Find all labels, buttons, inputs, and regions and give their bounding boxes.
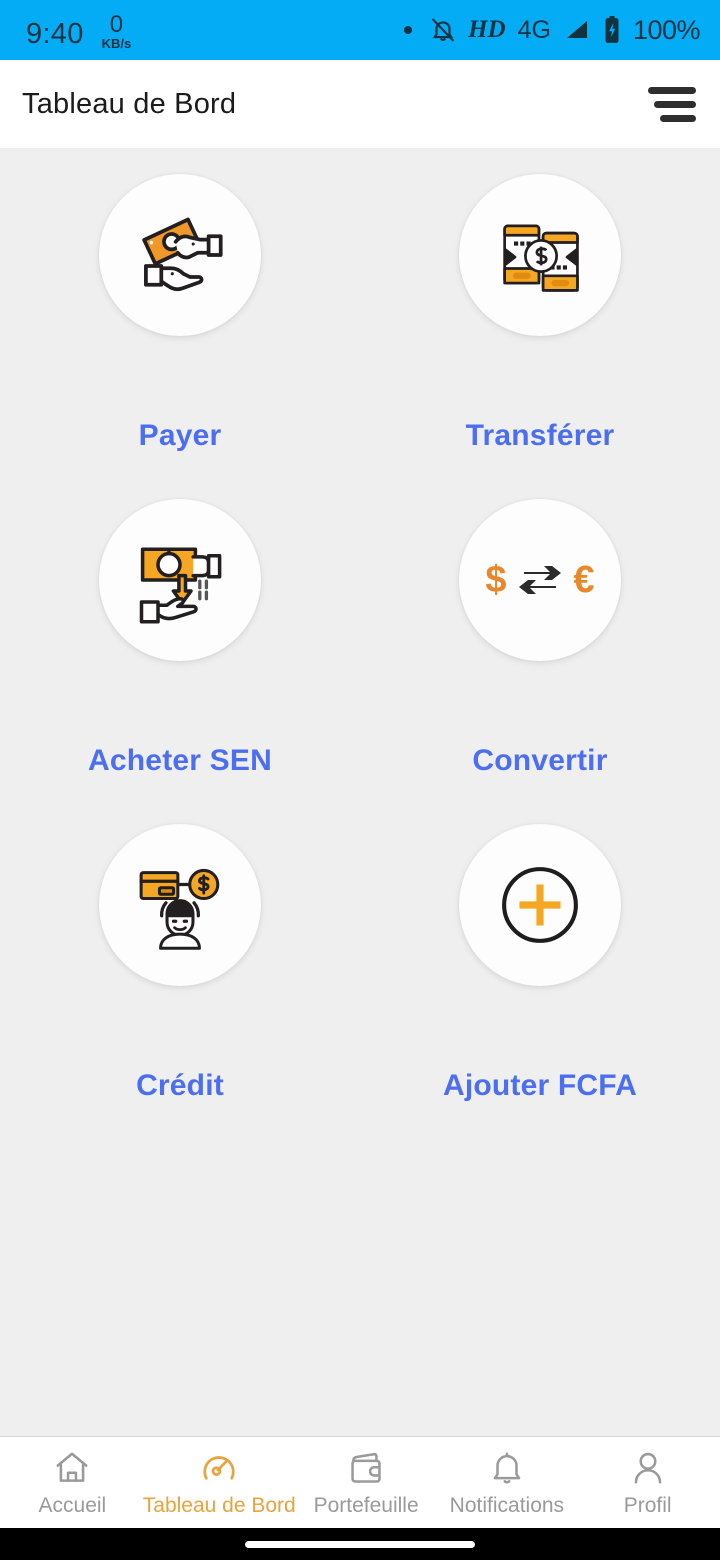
hd-icon: HD: [468, 16, 506, 43]
currency-convert-icon[interactable]: $ €: [459, 499, 621, 661]
dot-indicator-icon: [404, 26, 413, 34]
bottom-navigation-bar: Accueil Tableau de Bord Portefeuille Not…: [0, 1436, 720, 1528]
wallet-icon: [346, 1448, 386, 1488]
hands-exchange-money-icon[interactable]: [99, 174, 261, 336]
status-clock: 9:40: [26, 18, 84, 51]
nav-item-label: Accueil: [38, 1493, 107, 1517]
action-tile-transferer[interactable]: Transférer: [360, 174, 720, 499]
action-tile-label: Ajouter FCFA: [442, 1069, 638, 1102]
network-speed-indicator: 0 KB/s: [101, 10, 132, 51]
dashboard-content: Payer Transférer Acheter SEN $ € Convert…: [0, 148, 720, 1436]
action-tile-label: Transférer: [465, 419, 615, 452]
action-tile-payer[interactable]: Payer: [0, 174, 360, 499]
app-screen: 9:40 0 KB/s HD 4G 100% Tableau de Bord P…: [0, 0, 720, 1560]
svg-text:$: $: [485, 559, 506, 601]
nav-item-label: Notifications: [449, 1493, 565, 1517]
action-grid: Payer Transférer Acheter SEN $ € Convert…: [0, 174, 720, 1149]
menu-bar-1: [648, 86, 696, 94]
home-icon: [52, 1448, 92, 1488]
svg-text:€: €: [573, 559, 594, 601]
nav-item-label: Profil: [623, 1493, 672, 1517]
signal-icon: [563, 18, 591, 42]
hamburger-menu-icon[interactable]: [646, 77, 698, 132]
status-bar-right: HD 4G 100%: [404, 14, 701, 46]
nav-item-notifications[interactable]: Notifications: [436, 1448, 577, 1518]
battery-percent-label: 100%: [632, 14, 701, 45]
status-bar-left: 9:40 0 KB/s: [26, 10, 132, 51]
action-tile-ajouter-fcfa[interactable]: Ajouter FCFA: [360, 824, 720, 1149]
person-icon: [628, 1448, 668, 1488]
speedometer-icon: [199, 1448, 239, 1488]
nav-item-tableau-de-bord[interactable]: Tableau de Bord: [143, 1448, 296, 1518]
action-tile-label: Convertir: [472, 744, 608, 777]
buy-token-hand-icon[interactable]: [99, 499, 261, 661]
status-bar: 9:40 0 KB/s HD 4G 100%: [0, 0, 720, 60]
menu-bar-2: [654, 100, 696, 108]
network-speed-value: 0: [109, 10, 124, 38]
plus-circle-icon[interactable]: [459, 824, 621, 986]
action-tile-acheter-sen[interactable]: Acheter SEN: [0, 499, 360, 824]
nav-item-label: Portefeuille: [313, 1493, 419, 1517]
battery-charging-icon: [603, 16, 621, 44]
nav-item-portefeuille[interactable]: Portefeuille: [296, 1448, 437, 1518]
nav-item-accueil[interactable]: Accueil: [2, 1448, 143, 1518]
nav-item-profil[interactable]: Profil: [577, 1448, 718, 1518]
action-tile-label: Acheter SEN: [88, 744, 272, 777]
bell-muted-icon: [430, 16, 456, 44]
bell-icon: [487, 1448, 527, 1488]
page-title: Tableau de Bord: [22, 87, 237, 120]
gesture-handle[interactable]: [245, 1540, 475, 1548]
phone-to-phone-transfer-icon[interactable]: [459, 174, 621, 336]
action-tile-label: Crédit: [136, 1069, 224, 1102]
action-tile-credit[interactable]: Crédit: [0, 824, 360, 1149]
nav-item-label: Tableau de Bord: [142, 1493, 296, 1517]
gesture-navigation-bar: [0, 1528, 720, 1560]
app-bar: Tableau de Bord: [0, 60, 720, 148]
menu-bar-3: [660, 114, 696, 122]
credit-person-card-icon[interactable]: [99, 824, 261, 986]
network-type-label: 4G: [517, 15, 551, 44]
network-speed-unit: KB/s: [101, 35, 132, 51]
action-tile-label: Payer: [138, 419, 222, 452]
action-tile-convertir[interactable]: $ € Convertir: [360, 499, 720, 824]
